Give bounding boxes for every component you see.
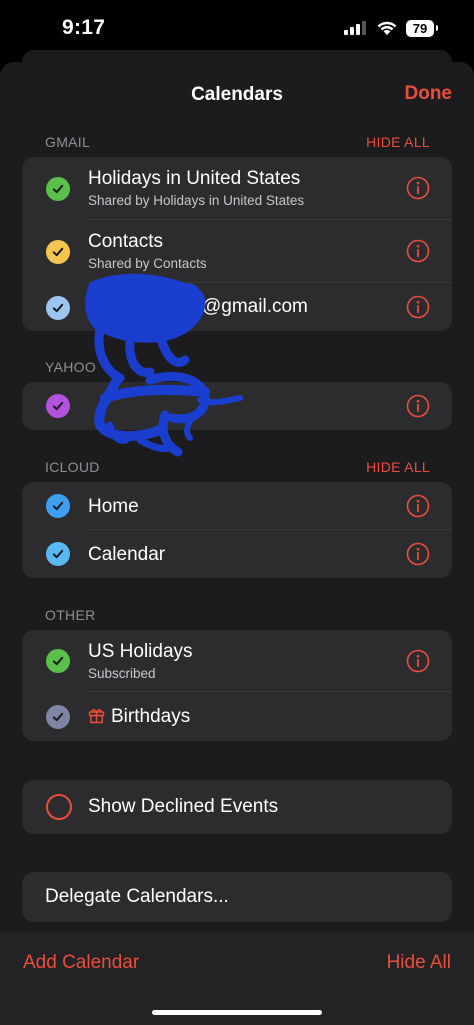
hide-all-gmail-button[interactable]: HIDE ALL — [366, 134, 430, 150]
battery-tip — [436, 25, 438, 31]
status-time: 9:17 — [62, 16, 106, 39]
info-icon[interactable] — [406, 542, 430, 566]
check-icon[interactable] — [46, 394, 70, 418]
wifi-icon — [377, 21, 397, 35]
check-icon[interactable] — [46, 177, 70, 201]
checkmark-glyph — [52, 656, 64, 666]
hide-all-button[interactable]: Hide All — [387, 952, 451, 974]
unchecked-circle-icon[interactable] — [46, 794, 72, 820]
calendar-title: Calendar — [88, 544, 166, 565]
cellular-signal-icon — [344, 21, 366, 35]
calendar-title: Birthdays — [111, 706, 191, 727]
calendar-row[interactable]: Calendar — [22, 530, 452, 578]
checkmark-glyph — [52, 501, 64, 511]
screen: 9:17 79 Calendars Done GMAIL HIDE ALL Ho… — [0, 0, 474, 1025]
status-bar: 9:17 79 — [0, 0, 474, 56]
calendar-row[interactable] — [22, 382, 452, 430]
delegate-calendars-label: Delegate Calendars... — [45, 886, 229, 907]
section-title-gmail: GMAIL — [45, 134, 91, 150]
check-icon[interactable] — [46, 649, 70, 673]
delegate-calendars-row[interactable]: Delegate Calendars... — [22, 872, 452, 922]
check-icon[interactable] — [46, 542, 70, 566]
add-calendar-button[interactable]: Add Calendar — [23, 952, 139, 974]
info-icon[interactable] — [406, 295, 430, 319]
gift-icon — [88, 709, 105, 724]
calendar-row[interactable]: Holidays in United States Shared by Holi… — [22, 157, 452, 220]
calendar-row[interactable]: US Holidays Subscribed — [22, 630, 452, 692]
calendar-title: @gmail.com — [202, 296, 308, 317]
yahoo-calendar-list — [22, 382, 452, 430]
calendar-title: Holidays in United States — [88, 168, 301, 189]
show-declined-events-label: Show Declined Events — [88, 796, 279, 817]
icloud-calendar-list: Home Calendar — [22, 482, 452, 578]
delegate-calendars-group: Delegate Calendars... — [22, 872, 452, 922]
check-icon[interactable] — [46, 296, 70, 320]
check-icon[interactable] — [46, 240, 70, 264]
gmail-calendar-list: Holidays in United States Shared by Holi… — [22, 157, 452, 331]
checkmark-glyph — [52, 401, 64, 411]
calendar-subtitle: Shared by Contacts — [88, 256, 207, 271]
calendar-row[interactable]: @gmail.com — [22, 283, 452, 331]
battery-icon: 79 — [406, 19, 434, 37]
nav-bar: Calendars Done — [0, 62, 474, 124]
calendar-row[interactable]: Birthdays — [22, 692, 452, 741]
checkmark-glyph — [52, 247, 64, 257]
calendar-row[interactable]: Contacts Shared by Contacts — [22, 220, 452, 283]
section-title-icloud: ICLOUD — [45, 459, 100, 475]
home-indicator — [152, 1010, 322, 1015]
checkmark-glyph — [52, 549, 64, 559]
section-header-icloud: ICLOUD HIDE ALL — [45, 459, 430, 479]
section-header-gmail: GMAIL HIDE ALL — [45, 134, 430, 154]
other-calendar-list: US Holidays Subscribed Birthdays — [22, 630, 452, 741]
calendars-sheet: Calendars Done GMAIL HIDE ALL Holidays i… — [0, 62, 474, 1025]
page-title: Calendars — [191, 84, 283, 105]
status-icons: 79 — [344, 17, 438, 39]
checkmark-glyph — [52, 303, 64, 313]
calendar-row[interactable]: Home — [22, 482, 452, 530]
section-title-other: OTHER — [45, 607, 96, 623]
battery-level: 79 — [412, 20, 428, 36]
calendar-title: Contacts — [88, 231, 163, 252]
calendar-title: Home — [88, 496, 139, 517]
calendar-subtitle: Subscribed — [88, 666, 156, 681]
info-icon[interactable] — [406, 394, 430, 418]
info-icon[interactable] — [406, 494, 430, 518]
info-icon[interactable] — [406, 239, 430, 263]
show-declined-events-row[interactable]: Show Declined Events — [22, 780, 452, 834]
checkmark-glyph — [52, 712, 64, 722]
done-button[interactable]: Done — [405, 83, 453, 105]
check-icon[interactable] — [46, 494, 70, 518]
check-icon[interactable] — [46, 705, 70, 729]
section-header-yahoo: YAHOO — [45, 359, 430, 379]
declined-events-group: Show Declined Events — [22, 780, 452, 834]
hide-all-icloud-button[interactable]: HIDE ALL — [366, 459, 430, 475]
calendar-title: US Holidays — [88, 641, 193, 662]
info-icon[interactable] — [406, 176, 430, 200]
section-header-other: OTHER — [45, 607, 430, 627]
checkmark-glyph — [52, 184, 64, 194]
section-title-yahoo: YAHOO — [45, 359, 97, 375]
calendar-subtitle: Shared by Holidays in United States — [88, 193, 305, 208]
info-icon[interactable] — [406, 649, 430, 673]
